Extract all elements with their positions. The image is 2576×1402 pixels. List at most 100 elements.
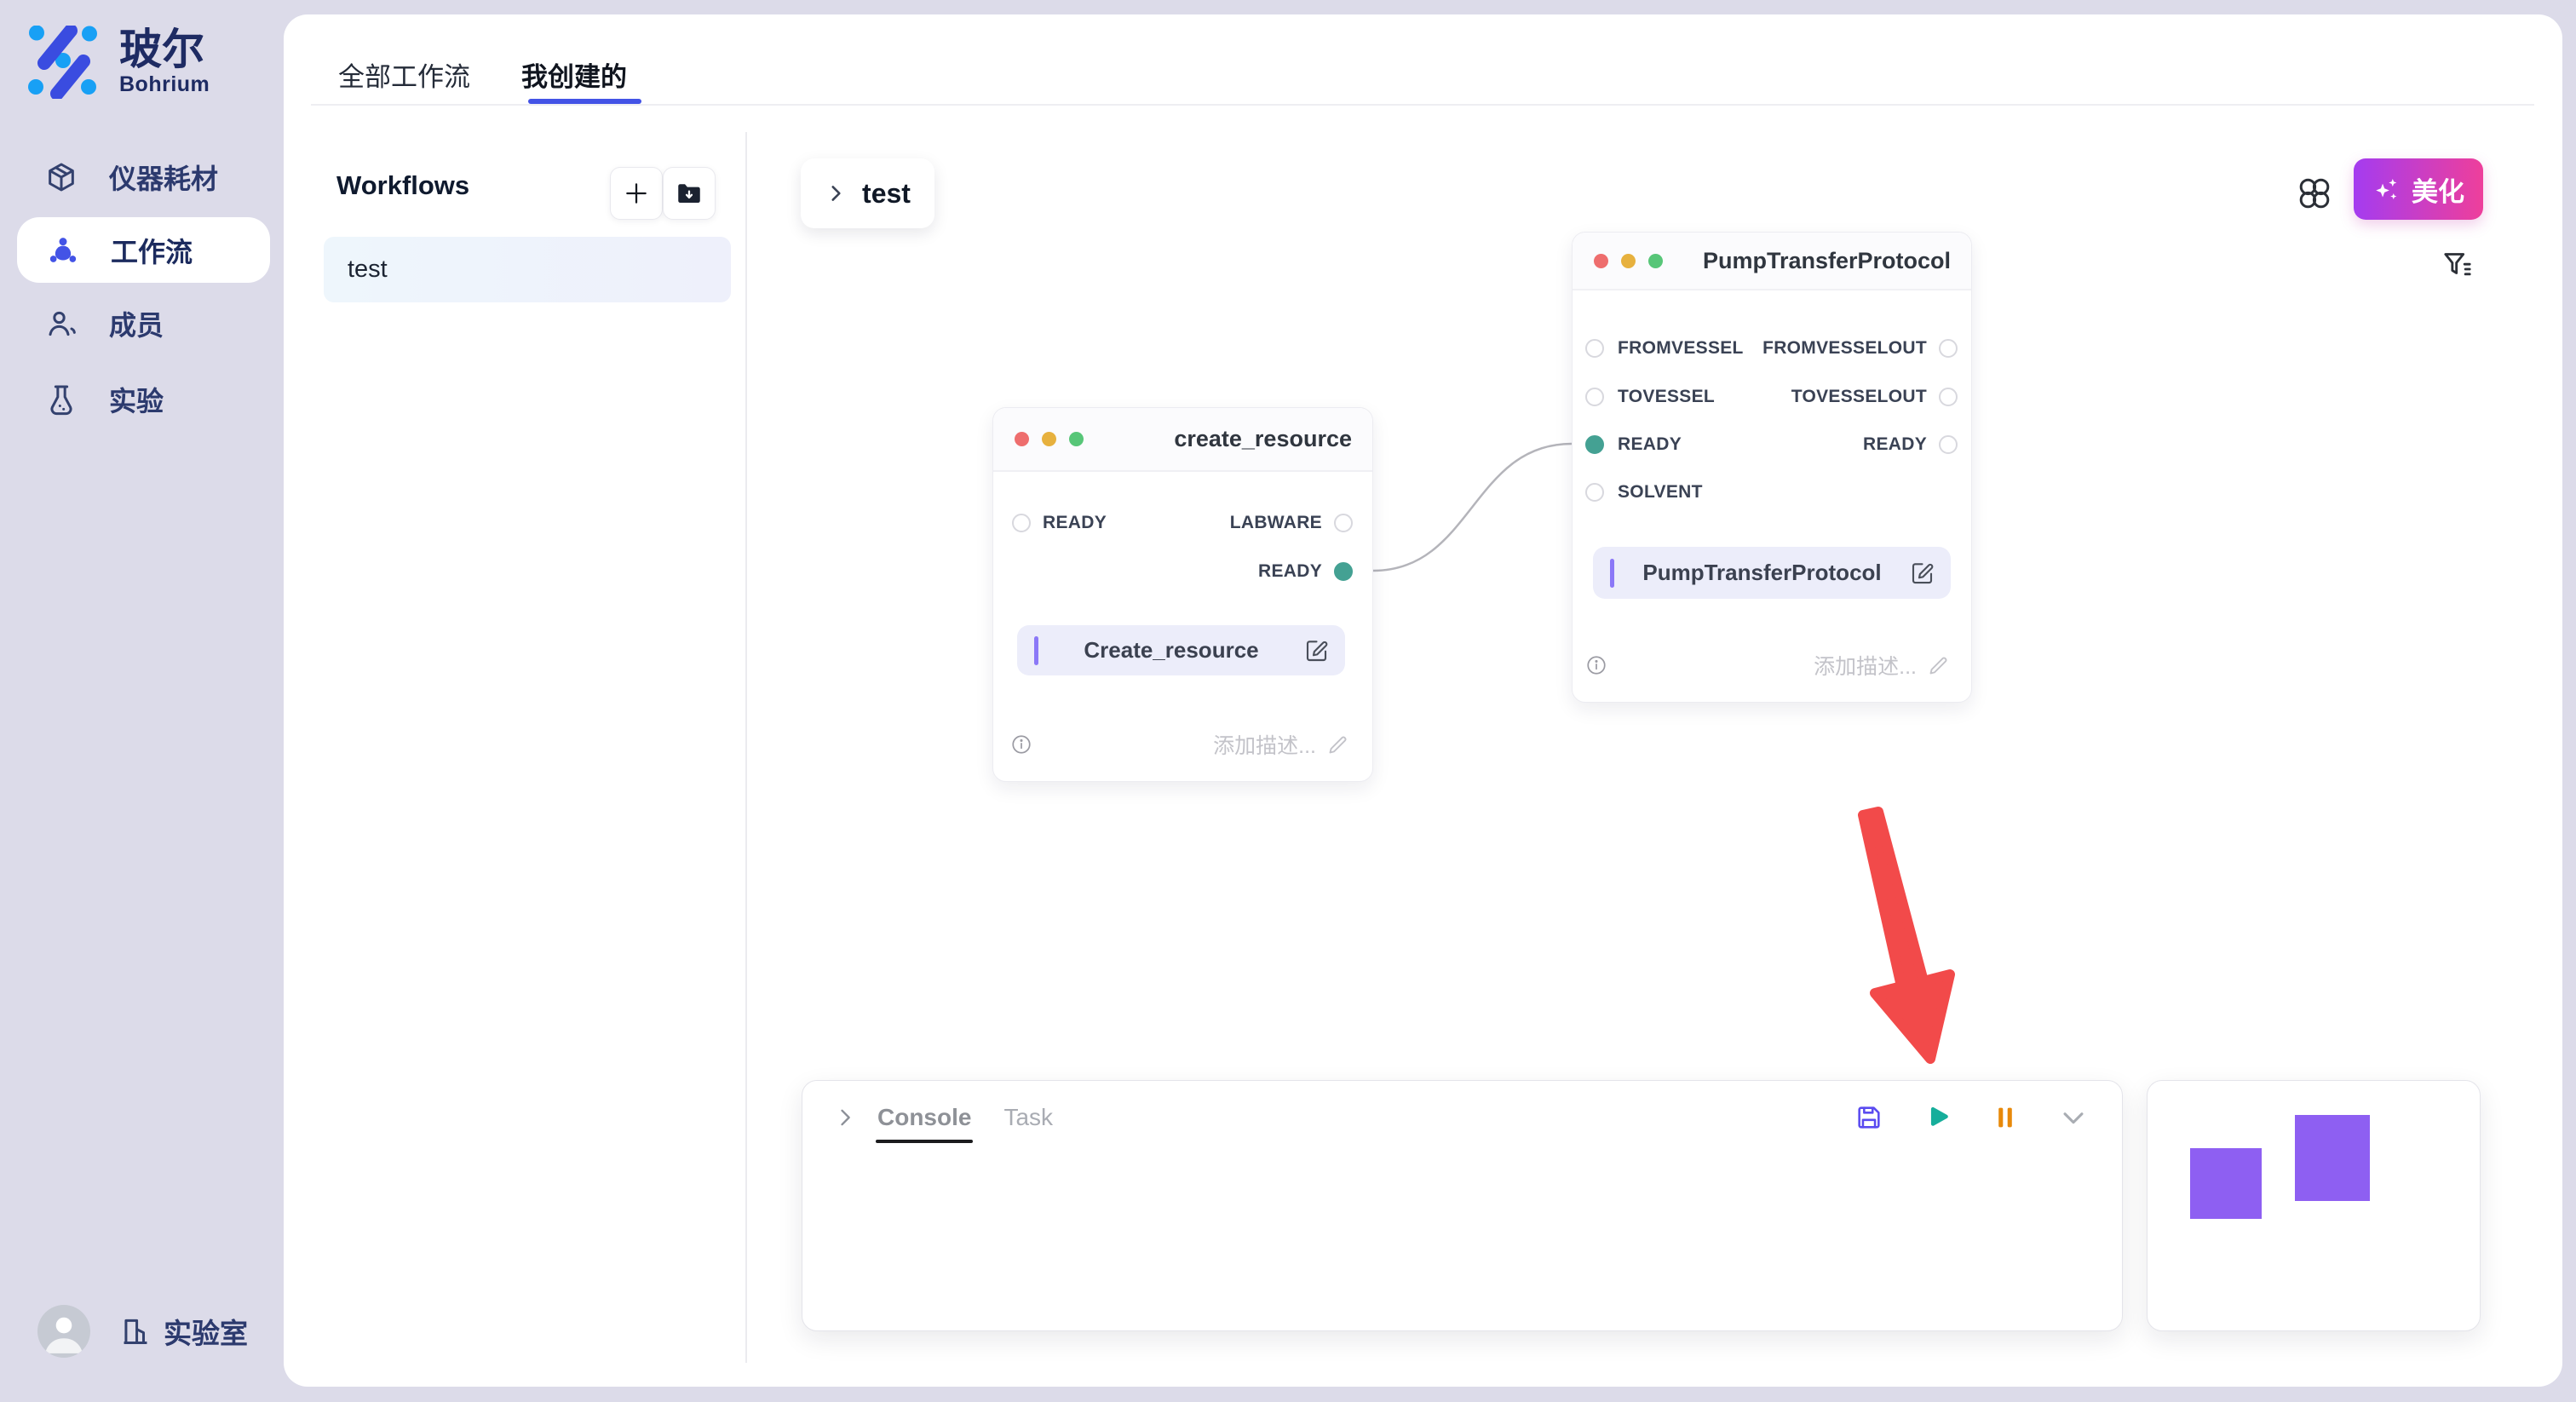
- console-collapse-chevron-icon[interactable]: [833, 1106, 857, 1129]
- description-placeholder[interactable]: 添加描述...: [1213, 729, 1316, 760]
- node-header: create_resource: [993, 408, 1372, 472]
- port-label: READY: [1043, 513, 1107, 533]
- node-dot-red: [1594, 254, 1608, 268]
- input-port-handle[interactable]: [1012, 514, 1031, 532]
- tab-all-workflows[interactable]: 全部工作流: [338, 55, 470, 94]
- sidebar-footer: 实验室: [37, 1305, 248, 1358]
- pencil-icon[interactable]: [1927, 654, 1950, 677]
- tab-my-created[interactable]: 我创建的: [521, 55, 627, 94]
- breadcrumb-label: test: [862, 178, 911, 210]
- edit-icon[interactable]: [1304, 638, 1330, 664]
- pill-label: PumpTransferProtocol: [1614, 560, 1910, 586]
- save-icon[interactable]: [1854, 1103, 1883, 1132]
- description-placeholder[interactable]: 添加描述...: [1814, 650, 1917, 681]
- sidebar-item-label: 成员: [109, 304, 164, 343]
- sidebar: 玻尔 Bohrium 仪器耗材 工作流: [0, 0, 284, 1402]
- header-divider: [311, 104, 2534, 106]
- pencil-icon[interactable]: [1326, 733, 1349, 756]
- import-folder-button[interactable]: [663, 167, 716, 220]
- port-label: READY: [1863, 434, 1927, 455]
- add-workflow-button[interactable]: [610, 167, 663, 220]
- output-port-handle[interactable]: [1939, 339, 1958, 358]
- minimap[interactable]: [2147, 1080, 2481, 1331]
- tab-console[interactable]: Console: [877, 1104, 971, 1131]
- info-icon[interactable]: [1585, 654, 1607, 676]
- port-label: TOVESSELOUT: [1791, 387, 1927, 407]
- sidebar-item-label: 工作流: [111, 231, 193, 270]
- chevron-right-icon: [825, 182, 847, 204]
- package-icon: [44, 160, 78, 194]
- node-create-resource[interactable]: create_resource READY LABWARE READY: [992, 407, 1373, 782]
- node-dot-yellow: [1042, 432, 1056, 446]
- sidebar-item-label: 仪器耗材: [109, 158, 218, 197]
- input-port-handle[interactable]: [1585, 388, 1604, 406]
- red-annotation-arrow: [1863, 812, 1950, 1059]
- beautify-label: 美化: [2412, 170, 2464, 209]
- sidebar-item-experiments[interactable]: 实验: [0, 361, 284, 438]
- sidebar-item-label: 实验: [109, 380, 164, 419]
- logo-subtitle: Bohrium: [119, 72, 210, 97]
- port-label: TOVESSEL: [1618, 387, 1715, 407]
- workflow-icon: [46, 233, 80, 267]
- filter-icon[interactable]: [2441, 248, 2475, 282]
- sidebar-item-consumables[interactable]: 仪器耗材: [0, 139, 284, 215]
- minimap-node-create-resource: [2190, 1148, 2262, 1219]
- info-icon[interactable]: [1010, 733, 1032, 756]
- output-port-handle[interactable]: [1939, 388, 1958, 406]
- app-logo[interactable]: 玻尔 Bohrium: [27, 26, 210, 99]
- console-output-area: [802, 1132, 2122, 1285]
- collapse-panel-chevron-icon[interactable]: [2059, 1103, 2088, 1132]
- person-icon: [37, 1305, 90, 1358]
- command-icon[interactable]: [2294, 173, 2335, 214]
- panel-divider: [745, 132, 747, 1363]
- node-pump-transfer-protocol[interactable]: PumpTransferProtocol FROMVESSEL FROMVESS…: [1572, 232, 1972, 703]
- node-dot-yellow: [1621, 254, 1636, 268]
- workflow-item-label: test: [348, 256, 388, 284]
- edit-icon[interactable]: [1910, 560, 1935, 586]
- workflows-panel-title: Workflows: [336, 170, 469, 201]
- workflow-list-item-test[interactable]: test: [324, 237, 731, 302]
- node-title: create_resource: [1174, 426, 1352, 452]
- node-dot-green: [1069, 432, 1084, 446]
- input-port-handle-connected[interactable]: [1585, 435, 1604, 454]
- folder-download-icon: [675, 179, 704, 208]
- node-header: PumpTransferProtocol: [1573, 233, 1971, 290]
- main-content: 全部工作流 我创建的 Workflows test: [284, 14, 2562, 1387]
- members-icon: [44, 307, 78, 341]
- node-dot-green: [1648, 254, 1663, 268]
- port-label: FROMVESSEL: [1618, 338, 1744, 359]
- tab-task[interactable]: Task: [1003, 1104, 1053, 1131]
- run-icon[interactable]: [1923, 1103, 1952, 1132]
- node-action-pill[interactable]: PumpTransferProtocol: [1593, 547, 1951, 599]
- sidebar-item-workflow[interactable]: 工作流: [17, 217, 270, 283]
- pause-icon[interactable]: [1991, 1103, 2020, 1132]
- plus-icon: [623, 180, 650, 207]
- port-label: FROMVESSELOUT: [1762, 338, 1927, 359]
- logo-title: 玻尔: [119, 27, 210, 72]
- output-port-handle-connected[interactable]: [1334, 562, 1353, 581]
- beautify-button[interactable]: 美化: [2354, 158, 2483, 220]
- port-label: SOLVENT: [1618, 482, 1703, 503]
- workflow-tabs: 全部工作流 我创建的: [338, 55, 627, 94]
- output-port-handle[interactable]: [1939, 435, 1958, 454]
- building-icon: [119, 1315, 152, 1347]
- console-panel: Console Task: [802, 1080, 2123, 1331]
- sparkles-icon: [2372, 175, 2401, 204]
- lab-switcher[interactable]: 实验室: [119, 1311, 248, 1352]
- input-port-handle[interactable]: [1585, 339, 1604, 358]
- input-port-handle[interactable]: [1585, 483, 1604, 502]
- port-label: READY: [1618, 434, 1682, 455]
- bohrium-logo-icon: [27, 26, 101, 99]
- lab-label: 实验室: [164, 1311, 248, 1352]
- node-title: PumpTransferProtocol: [1703, 248, 1951, 274]
- output-port-handle[interactable]: [1334, 514, 1353, 532]
- pill-label: Create_resource: [1038, 637, 1304, 664]
- breadcrumb[interactable]: test: [801, 158, 934, 228]
- node-action-pill[interactable]: Create_resource: [1017, 625, 1345, 675]
- minimap-node-pump-transfer: [2295, 1115, 2370, 1201]
- sidebar-item-members[interactable]: 成员: [0, 285, 284, 362]
- experiment-icon: [44, 382, 78, 417]
- node-dot-red: [1015, 432, 1029, 446]
- node-edge: [1373, 444, 1572, 571]
- user-avatar[interactable]: [37, 1305, 90, 1358]
